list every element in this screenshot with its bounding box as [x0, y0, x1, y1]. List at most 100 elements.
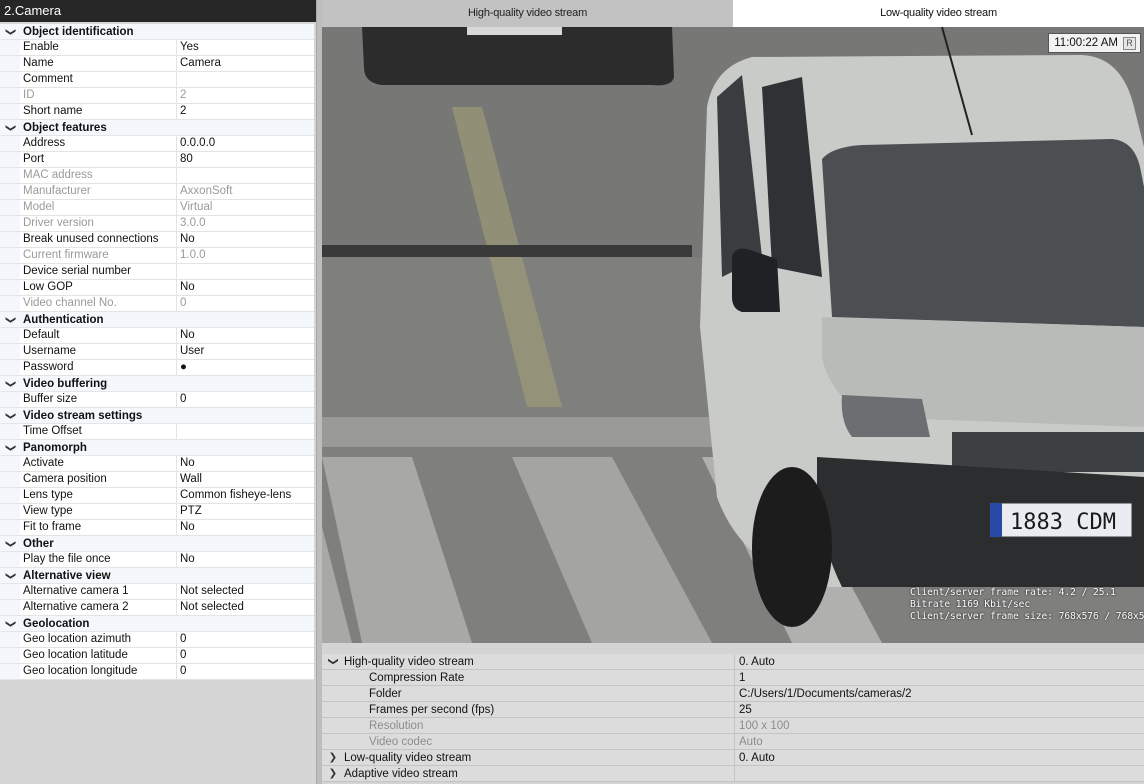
property-row[interactable]: ID 2 — [0, 88, 314, 104]
chevron-down-icon[interactable]: ❯ — [2, 618, 18, 630]
property-row[interactable]: Camera position Wall — [0, 472, 314, 488]
property-value[interactable]: ● — [177, 360, 314, 375]
property-row[interactable]: Default No — [0, 328, 314, 344]
property-value[interactable]: Not selected — [177, 584, 314, 599]
group-header[interactable]: ❯ Object identification — [0, 24, 314, 40]
property-row[interactable]: Play the file once No — [0, 552, 314, 568]
property-value[interactable]: No — [177, 232, 314, 247]
chevron-down-icon[interactable]: ❯ — [2, 122, 18, 134]
property-row[interactable]: Name Camera — [0, 56, 314, 72]
property-row[interactable]: Short name 2 — [0, 104, 314, 120]
property-row[interactable]: Activate No — [0, 456, 314, 472]
property-value[interactable]: Not selected — [177, 600, 314, 615]
record-indicator-button[interactable]: R — [1123, 36, 1136, 50]
stream-group-row[interactable]: ❯ Adaptive video stream — [322, 766, 1144, 782]
stream-property-name: Compression Rate — [369, 672, 465, 684]
property-row[interactable]: Username User — [0, 344, 314, 360]
chevron-down-icon[interactable]: ❯ — [2, 442, 18, 454]
property-value[interactable]: 80 — [177, 152, 314, 167]
property-row[interactable]: Geo location azimuth 0 — [0, 632, 314, 648]
property-value[interactable] — [177, 72, 314, 87]
property-value[interactable] — [177, 424, 314, 439]
group-header[interactable]: ❯ Authentication — [0, 312, 314, 328]
property-value[interactable] — [177, 264, 314, 279]
property-row[interactable]: View type PTZ — [0, 504, 314, 520]
property-name: Model — [20, 200, 177, 215]
stream-property-row[interactable]: Video codec Auto — [322, 734, 1144, 750]
stream-property-value[interactable] — [734, 766, 1144, 781]
group-title: Authentication — [23, 314, 104, 326]
group-header[interactable]: ❯ Video stream settings — [0, 408, 314, 424]
chevron-down-icon[interactable]: ❯ — [326, 651, 341, 673]
row-indent — [322, 734, 344, 749]
group-header[interactable]: ❯ Video buffering — [0, 376, 314, 392]
property-row[interactable]: Comment — [0, 72, 314, 88]
row-gutter — [0, 520, 20, 535]
chevron-down-icon[interactable]: ❯ — [2, 378, 18, 390]
property-value[interactable]: Camera — [177, 56, 314, 71]
property-value[interactable]: 0 — [177, 648, 314, 663]
property-value[interactable]: PTZ — [177, 504, 314, 519]
property-row[interactable]: Fit to frame No — [0, 520, 314, 536]
stream-property-row[interactable]: Resolution 100 x 100 — [322, 718, 1144, 734]
property-row[interactable]: Alternative camera 1 Not selected — [0, 584, 314, 600]
chevron-down-icon[interactable]: ❯ — [2, 570, 18, 582]
property-row[interactable]: MAC address — [0, 168, 314, 184]
stream-property-row[interactable]: Compression Rate 1 — [322, 670, 1144, 686]
property-value[interactable]: No — [177, 456, 314, 471]
property-row[interactable]: Device serial number — [0, 264, 314, 280]
group-header[interactable]: ❯ Alternative view — [0, 568, 314, 584]
chevron-right-icon[interactable]: ❯ — [322, 750, 344, 765]
stream-property-value[interactable]: 0. Auto — [734, 654, 1144, 669]
property-value[interactable]: 0.0.0.0 — [177, 136, 314, 151]
property-row[interactable]: Video channel No. 0 — [0, 296, 314, 312]
property-value[interactable]: Wall — [177, 472, 314, 487]
property-row[interactable]: Password ● — [0, 360, 314, 376]
property-value[interactable]: No — [177, 552, 314, 567]
property-row[interactable]: Time Offset — [0, 424, 314, 440]
property-row[interactable]: Manufacturer AxxonSoft — [0, 184, 314, 200]
property-row[interactable]: Enable Yes — [0, 40, 314, 56]
chevron-down-icon[interactable]: ❯ — [2, 410, 18, 422]
property-row[interactable]: Low GOP No — [0, 280, 314, 296]
property-value[interactable]: No — [177, 328, 314, 343]
property-value[interactable]: 0 — [177, 392, 314, 407]
stream-property-value[interactable]: 1 — [734, 670, 1144, 685]
chevron-down-icon[interactable]: ❯ — [2, 538, 18, 550]
stream-group-row[interactable]: ❯ Low-quality video stream 0. Auto — [322, 750, 1144, 766]
property-row[interactable]: Model Virtual — [0, 200, 314, 216]
property-value[interactable]: Common fisheye-lens — [177, 488, 314, 503]
property-row[interactable]: Lens type Common fisheye-lens — [0, 488, 314, 504]
stream-property-value[interactable]: C:/Users/1/Documents/cameras/2 — [734, 686, 1144, 701]
chevron-down-icon[interactable]: ❯ — [2, 26, 18, 38]
property-row[interactable]: Port 80 — [0, 152, 314, 168]
property-value[interactable]: User — [177, 344, 314, 359]
tab-high-quality-stream[interactable]: High-quality video stream — [322, 0, 733, 27]
stream-property-row[interactable]: Folder C:/Users/1/Documents/cameras/2 — [322, 686, 1144, 702]
stream-property-row[interactable]: Frames per second (fps) 25 — [322, 702, 1144, 718]
property-row[interactable]: Break unused connections No — [0, 232, 314, 248]
property-value[interactable]: 2 — [177, 104, 314, 119]
property-row[interactable]: Buffer size 0 — [0, 392, 314, 408]
stream-property-value[interactable]: 25 — [734, 702, 1144, 717]
property-row[interactable]: Current firmware 1.0.0 — [0, 248, 314, 264]
stream-property-value[interactable]: 0. Auto — [734, 750, 1144, 765]
tab-low-quality-stream[interactable]: Low-quality video stream — [733, 0, 1144, 27]
property-row[interactable]: Driver version 3.0.0 — [0, 216, 314, 232]
property-value[interactable]: 0 — [177, 664, 314, 679]
property-value[interactable]: 0 — [177, 632, 314, 647]
property-value[interactable]: Yes — [177, 40, 314, 55]
group-header[interactable]: ❯ Object features — [0, 120, 314, 136]
chevron-down-icon[interactable]: ❯ — [2, 314, 18, 326]
property-row[interactable]: Geo location latitude 0 — [0, 648, 314, 664]
property-row[interactable]: Address 0.0.0.0 — [0, 136, 314, 152]
group-header[interactable]: ❯ Geolocation — [0, 616, 314, 632]
property-value[interactable]: No — [177, 280, 314, 295]
group-header[interactable]: ❯ Other — [0, 536, 314, 552]
property-row[interactable]: Geo location longitude 0 — [0, 664, 314, 680]
group-header[interactable]: ❯ Panomorph — [0, 440, 314, 456]
property-row[interactable]: Alternative camera 2 Not selected — [0, 600, 314, 616]
property-value[interactable]: No — [177, 520, 314, 535]
stream-group-row[interactable]: ❯ High-quality video stream 0. Auto — [322, 654, 1144, 670]
chevron-right-icon[interactable]: ❯ — [322, 766, 344, 781]
